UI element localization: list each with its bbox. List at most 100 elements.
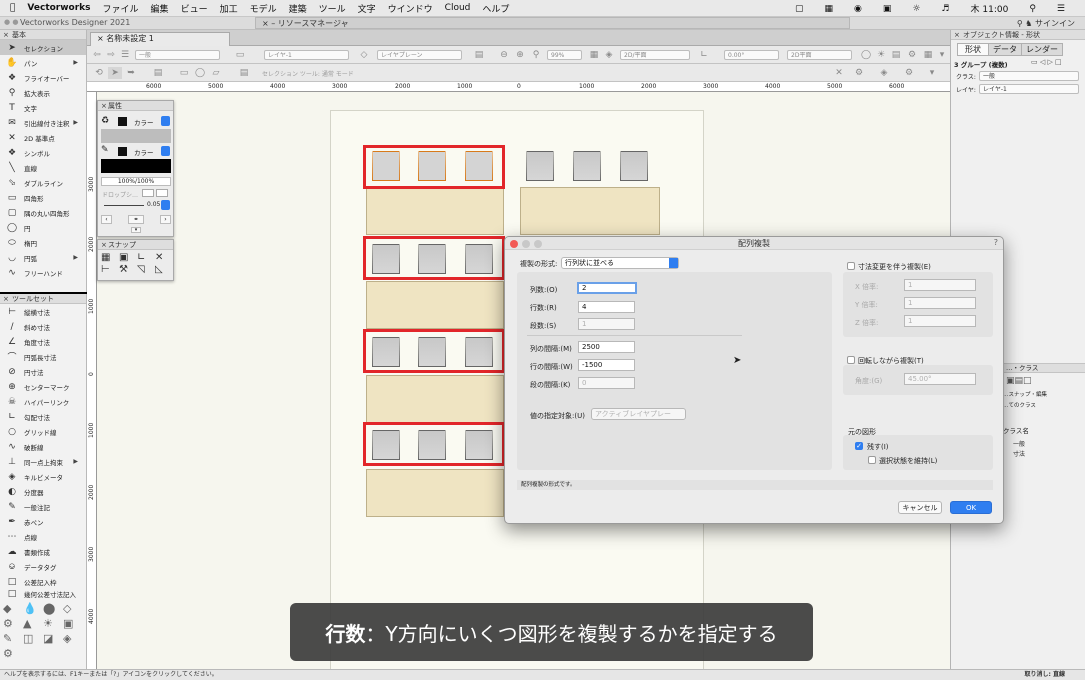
basic-palette-header[interactable]: × 基本 (0, 30, 86, 40)
tool-rectangle[interactable]: ▭ 四角形 (0, 190, 86, 205)
search-icon[interactable]: ⚲ (1029, 4, 1036, 14)
render-field[interactable]: 2D平面 (787, 50, 852, 60)
bench[interactable] (366, 187, 504, 235)
snap-object-icon[interactable]: ▣ (119, 252, 136, 263)
nav-view-icons[interactable]: ▣▤□ (1006, 376, 1032, 386)
chair[interactable] (526, 151, 554, 181)
angle-icon[interactable]: ∟ (697, 49, 711, 61)
fill-dropdown-icon[interactable] (161, 116, 170, 126)
display-icon[interactable]: ▤ (889, 49, 903, 61)
toolset-dims-icon[interactable]: ◆ (3, 602, 21, 615)
mode-interactive-icon[interactable]: ➥ (124, 67, 138, 79)
tool-text[interactable]: T 文字 (0, 100, 86, 115)
menu-tools[interactable]: ツール (319, 2, 346, 15)
menu-architecture[interactable]: 建築 (289, 2, 307, 15)
tool-flyover[interactable]: ❖ フライオーバー (0, 70, 86, 85)
thickness-dropdown-icon[interactable] (161, 200, 170, 210)
fit-icon[interactable]: ▦ (921, 49, 935, 61)
view-options-icon[interactable]: ▤ (472, 49, 486, 61)
menu-help[interactable]: ヘルプ (482, 2, 509, 15)
chevron-down-icon[interactable]: ▾ (935, 49, 949, 61)
zoom-field[interactable]: 99% (547, 50, 582, 60)
chair[interactable] (573, 151, 601, 181)
menu-file[interactable]: ファイル (103, 2, 139, 15)
ok-button[interactable]: OK (950, 501, 992, 514)
signin-link[interactable]: ⚲ ♞ サインイン (1017, 18, 1075, 29)
mode-settings-icon[interactable]: ▤ (237, 67, 251, 79)
toolset-tree-icon[interactable]: ▲ (23, 617, 41, 630)
working-plane-icon[interactable]: ⚙ (902, 67, 916, 79)
toolset-wall-icon[interactable]: ◫ (23, 632, 41, 645)
target-select[interactable]: アクティブレイヤプレー (591, 408, 686, 420)
tool-tolerance-frame[interactable]: □ 公差記入枠 (0, 574, 86, 589)
snap-header[interactable]: × スナップ (98, 240, 173, 250)
snap-edge-icon[interactable]: ◺ (155, 264, 172, 275)
tool-curvimeter[interactable]: ◈ キルビメータ (0, 469, 86, 484)
tool-double-line[interactable]: ⬂ ダブルライン (0, 175, 86, 190)
tab-render[interactable]: レンダー (1021, 43, 1063, 56)
close-icon[interactable]: × (101, 240, 107, 250)
type-select[interactable]: 行列状に並べる (561, 257, 679, 269)
angle-field[interactable]: 0.00° (724, 50, 779, 60)
scale-checkbox[interactable] (847, 262, 855, 270)
toolset-drop-icon[interactable]: 💧 (23, 602, 41, 615)
screen-icon[interactable]: ▦ (824, 4, 833, 14)
snap-grid-icon[interactable]: ▦ (101, 252, 118, 263)
toolset-palette-header[interactable]: × ツールセット (0, 294, 86, 304)
tab-shape[interactable]: 形状 (957, 43, 989, 56)
object-info-header[interactable]: × オブジェクト情報 - 形状 (951, 30, 1085, 40)
tool-dotted[interactable]: ⋯ 点線 (0, 529, 86, 544)
clock[interactable]: 木 11:00 (971, 2, 1009, 15)
bench[interactable] (366, 281, 504, 329)
grid-view-icon[interactable]: ▦ (587, 49, 601, 61)
close-dot-icon[interactable] (510, 240, 518, 248)
resource-manager-tab[interactable]: × – リソースマネージャ (255, 17, 850, 29)
link-icon[interactable]: ⚭ (128, 215, 144, 224)
tool-callout[interactable]: ✉ 引出線付き注釈 ▶ (0, 115, 86, 130)
dropshadow-more[interactable] (156, 189, 168, 197)
plane-icon[interactable]: ◇ (357, 49, 371, 61)
menu-edit[interactable]: 編集 (151, 2, 169, 15)
snap-intersection-icon[interactable]: ✕ (155, 252, 172, 263)
wifi-icon[interactable]: ☼ (912, 4, 920, 14)
more-icon[interactable]: ▾ (925, 67, 939, 79)
minimize-dot-icon[interactable] (522, 240, 530, 248)
tool-oval[interactable]: ⬭ 楕円 (0, 235, 86, 250)
snap-distance-icon[interactable]: ⊢ (101, 264, 118, 275)
mode-rotate-icon[interactable]: ⟲ (92, 67, 106, 79)
tool-break-line[interactable]: ∿ 破断線 (0, 439, 86, 454)
chair[interactable] (620, 151, 648, 181)
class-row[interactable]: 一般 (1013, 439, 1025, 448)
menu-window[interactable]: ウインドウ (388, 2, 433, 15)
saved-views-icon[interactable]: ◈ (877, 67, 891, 79)
zoom-out-icon[interactable]: ⊖ (497, 49, 511, 61)
tool-arc[interactable]: ◡ 円弧 ▶ (0, 250, 86, 265)
menu-text[interactable]: 文字 (358, 2, 376, 15)
cols-input[interactable]: 2 (577, 282, 637, 294)
tool-arc-length-dimension[interactable]: ⌒ 円弧長寸法 (0, 349, 86, 364)
toolset-settings-icon[interactable]: ⚙ (3, 647, 21, 660)
class-field[interactable]: 一般 (135, 50, 220, 60)
line-thickness-value[interactable]: 0.05 (147, 201, 160, 208)
list-icon[interactable]: ☰ (1057, 4, 1065, 14)
row-gap-input[interactable]: -1500 (578, 359, 635, 371)
tool-doc-create[interactable]: ☁ 書類作成 (0, 544, 86, 559)
render-icon[interactable]: ◯ (859, 49, 873, 61)
class-row[interactable]: 寸法 (1013, 449, 1025, 458)
keep-selection-checkbox[interactable] (868, 456, 876, 464)
tab-data[interactable]: データ (988, 43, 1022, 56)
tool-data-tag[interactable]: ⎉ データタグ (0, 559, 86, 574)
attributes-header[interactable]: × 属性 (98, 101, 173, 111)
menu-modify[interactable]: 加工 (220, 2, 238, 15)
opacity-field[interactable]: 100%/100% (101, 177, 171, 186)
mode-lasso-icon[interactable]: ◯ (193, 67, 207, 79)
tool-selection[interactable]: ➤ セレクション (0, 40, 86, 55)
rows-input[interactable]: 4 (578, 301, 635, 313)
menu-cloud[interactable]: Cloud (445, 3, 471, 13)
arrow-right-icon[interactable]: › (160, 215, 171, 224)
toolset-sphere-icon[interactable]: ⬤ (43, 602, 61, 615)
close-icon[interactable]: × (954, 30, 960, 40)
bench[interactable] (366, 375, 504, 423)
nav-filter-class[interactable]: …てのクラス (1003, 401, 1036, 409)
pen-dropdown-icon[interactable] (161, 146, 170, 156)
